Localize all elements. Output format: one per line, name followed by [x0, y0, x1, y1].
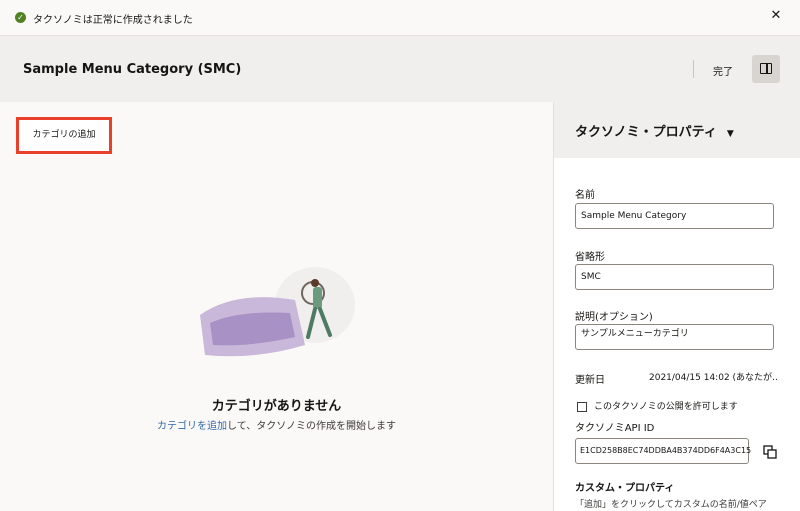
panel-title[interactable]: タクソノミ・プロパティ ▼	[575, 121, 734, 140]
panel-header: タクソノミ・プロパティ ▼	[554, 102, 800, 158]
description-label: 説明(オプション)	[575, 312, 653, 323]
add-category-button[interactable]: カテゴリの追加	[16, 117, 112, 154]
check-circle-icon: ✓	[15, 12, 26, 23]
close-icon[interactable]: ✕	[768, 8, 784, 24]
description-field[interactable]: サンプルメニューカテゴリ	[575, 324, 774, 350]
custom-properties-label: カスタム・プロパティ	[575, 483, 675, 494]
page-header: Sample Menu Category (SMC) 完了	[0, 36, 800, 102]
copy-icon[interactable]	[763, 445, 777, 459]
custom-properties-description: 「追加」をクリックしてカスタムの名前/値ペア	[575, 500, 767, 510]
panel-title-text: タクソノミ・プロパティ	[575, 125, 717, 140]
short-name-label: 省略形	[575, 252, 605, 263]
chevron-down-icon[interactable]: ▼	[727, 129, 734, 139]
updated-label: 更新日	[575, 375, 605, 386]
add-category-link[interactable]: カテゴリを追加	[157, 421, 227, 432]
name-label: 名前	[575, 190, 595, 201]
done-button[interactable]: 完了	[713, 63, 733, 78]
success-notification: ✓ タクソノミは正常に作成されました ✕	[0, 0, 800, 36]
empty-state-text: カテゴリを追加して、タクソノミの作成を開始します	[0, 417, 553, 432]
page-title: Sample Menu Category (SMC)	[23, 62, 242, 77]
publish-checkbox[interactable]	[577, 402, 587, 412]
name-field[interactable]: Sample Menu Category	[575, 203, 774, 229]
empty-state-title: カテゴリがありません	[211, 399, 342, 414]
notification-message: タクソノミは正常に作成されました	[33, 15, 193, 26]
empty-state-illustration	[200, 267, 355, 357]
panel-toggle-button[interactable]	[752, 55, 780, 83]
publish-checkbox-label: このタクソノミの公開を許可します	[594, 402, 738, 412]
header-divider	[693, 60, 694, 78]
short-name-field[interactable]: SMC	[575, 264, 774, 290]
empty-state-rest: して、タクソノミの作成を開始します	[227, 421, 396, 432]
updated-value: 2021/04/15 14:02 (あなたが…	[649, 373, 779, 383]
panel-toggle-icon	[760, 63, 772, 74]
properties-panel: タクソノミ・プロパティ ▼ 名前 Sample Menu Category 省略形…	[553, 102, 800, 511]
api-id-label: タクソノミAPI ID	[575, 423, 655, 434]
api-id-field[interactable]: E1CD258B8EC74DDBA4B374DD6F4A3C15	[575, 438, 751, 464]
